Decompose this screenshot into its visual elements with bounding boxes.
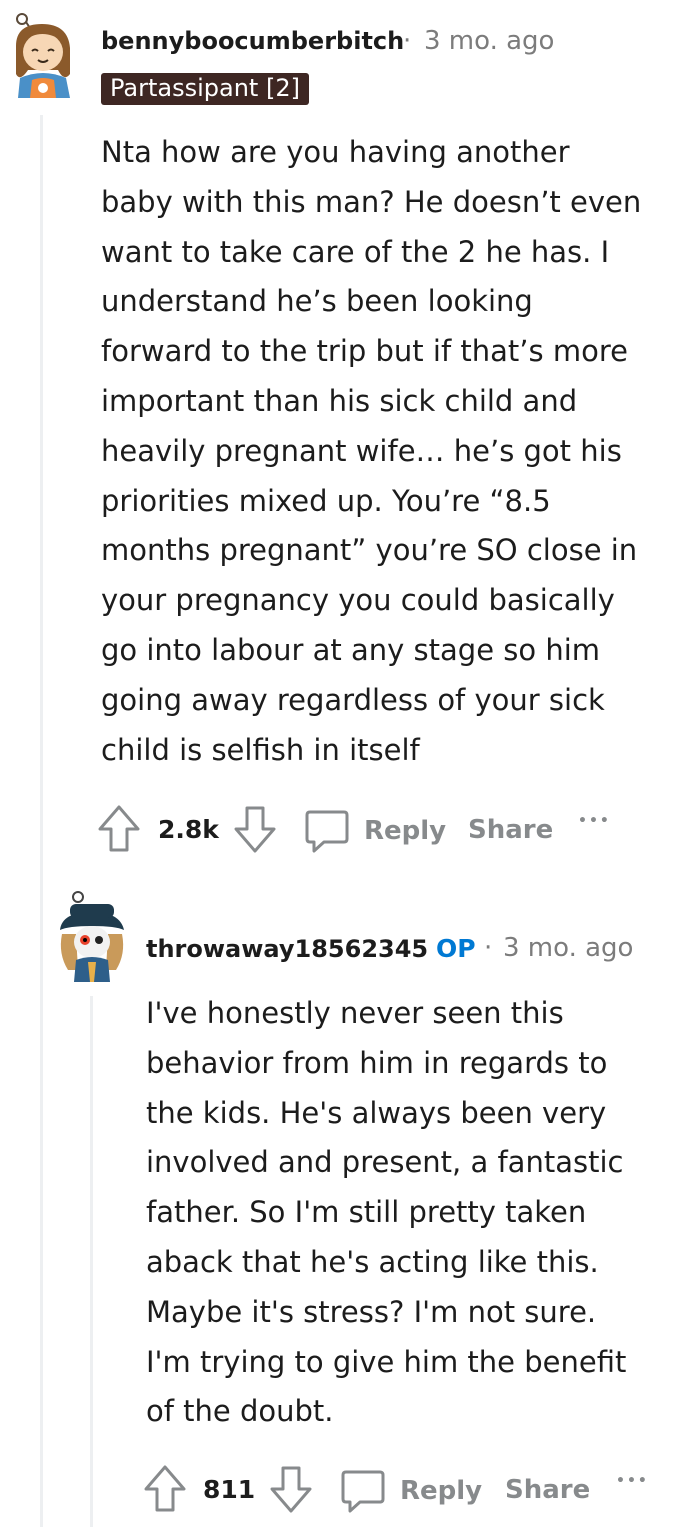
vote-score: 811 bbox=[203, 1475, 256, 1504]
vote-score: 2.8k bbox=[158, 815, 219, 844]
meta-separator: · bbox=[403, 26, 412, 56]
downvote-button[interactable] bbox=[268, 1464, 314, 1514]
user-avatar[interactable] bbox=[8, 10, 78, 98]
downvote-button[interactable] bbox=[232, 804, 278, 854]
comment-timestamp[interactable]: 3 mo. ago bbox=[424, 26, 554, 56]
user-avatar[interactable] bbox=[54, 890, 130, 982]
meta-separator: · bbox=[484, 933, 493, 963]
thread-line[interactable] bbox=[40, 115, 43, 1527]
comment-author[interactable]: bennyboocumberbitch bbox=[101, 27, 404, 55]
comment-action-bar: 2.8k Reply Share ••• bbox=[96, 804, 696, 858]
upvote-arrow-icon bbox=[98, 805, 140, 852]
share-label: Share bbox=[505, 1475, 591, 1505]
upvote-arrow-icon bbox=[144, 1465, 186, 1512]
user-flair: Partassipant [2] bbox=[101, 73, 309, 105]
upvote-button[interactable] bbox=[96, 804, 142, 854]
speech-bubble-icon bbox=[305, 810, 349, 853]
downvote-arrow-icon bbox=[270, 1466, 312, 1513]
reply-label: Reply bbox=[364, 816, 447, 846]
more-options-button[interactable]: ••• bbox=[616, 1473, 649, 1489]
comment-author[interactable]: throwaway18562345 bbox=[146, 935, 428, 963]
thread-line[interactable] bbox=[90, 996, 93, 1527]
share-button[interactable]: Share bbox=[468, 815, 553, 845]
speech-bubble-icon bbox=[341, 1470, 385, 1513]
comment-body: Nta how are you having another baby with… bbox=[101, 135, 642, 767]
upvote-button[interactable] bbox=[142, 1464, 188, 1514]
more-dots-icon: ••• bbox=[578, 813, 611, 829]
reply-button[interactable]: Reply bbox=[304, 808, 446, 854]
comment-body: I've honestly never seen this behavior f… bbox=[146, 996, 627, 1429]
comment-action-bar: 811 Reply Share ••• bbox=[142, 1464, 700, 1518]
reply-label: Reply bbox=[400, 1476, 483, 1506]
more-options-button[interactable]: ••• bbox=[578, 813, 611, 829]
more-dots-icon: ••• bbox=[616, 1473, 649, 1489]
share-label: Share bbox=[468, 815, 554, 845]
op-badge: OP bbox=[436, 934, 476, 963]
share-button[interactable]: Share bbox=[505, 1475, 590, 1505]
reply-button[interactable]: Reply bbox=[340, 1468, 482, 1514]
comment-timestamp[interactable]: 3 mo. ago bbox=[503, 933, 633, 963]
downvote-arrow-icon bbox=[234, 806, 276, 853]
